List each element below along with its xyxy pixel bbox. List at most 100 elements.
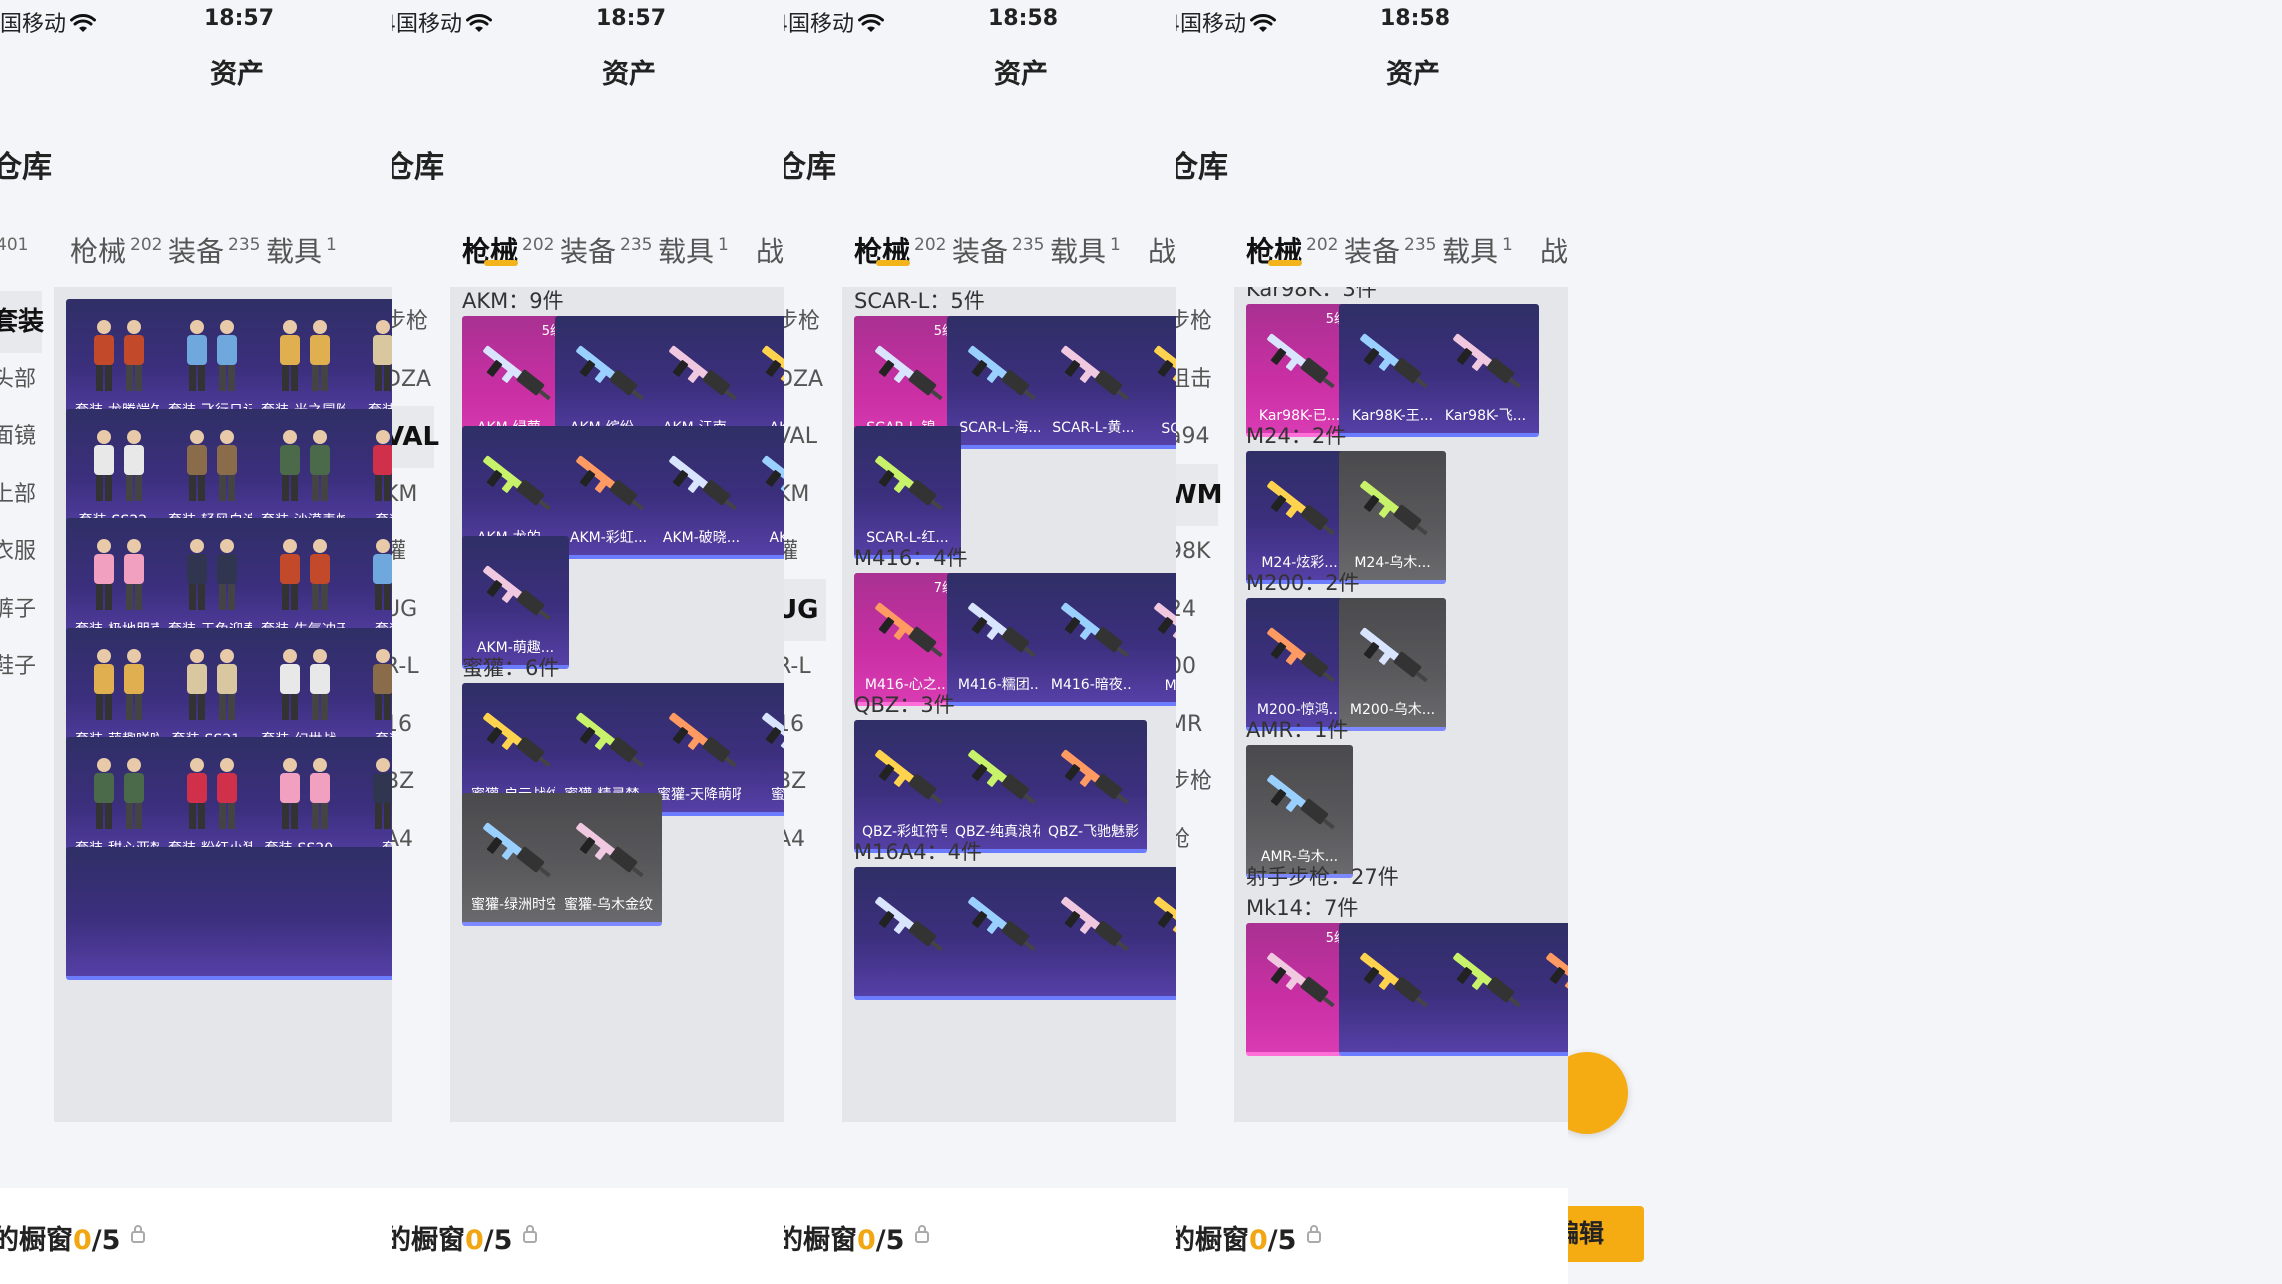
item-card[interactable] (159, 847, 266, 980)
category-tab[interactable]: 载具 1 (1442, 230, 1513, 270)
sidebar-item[interactable]: 步枪 (784, 291, 826, 353)
phone-panel: 国移动18:57资产战仓库品质最新战袭401枪械202装备235载具1套装头部面… (0, 0, 392, 1284)
sidebar-item[interactable]: 16 (392, 694, 434, 756)
edit-showcase-button[interactable]: 编辑 (1568, 1206, 1644, 1262)
item-card[interactable] (1133, 867, 1176, 1000)
category-tab[interactable]: 战袭401 (756, 230, 784, 270)
category-tab[interactable]: 枪械 202 (70, 230, 162, 270)
item-card[interactable]: SCAR-L-海... (947, 316, 1054, 449)
item-card[interactable]: 蜜獾-绿洲时空 (462, 793, 569, 926)
sidebar-item[interactable]: 步枪 (1176, 291, 1218, 353)
item-card[interactable]: M24-炫彩... (1246, 451, 1353, 584)
item-card[interactable]: 7级 M416-心之... (854, 573, 961, 706)
item-card[interactable]: 蜜獾-娇 (741, 683, 784, 816)
sidebar-item[interactable]: KM (392, 464, 434, 526)
sidebar-item[interactable]: R-L (392, 636, 434, 698)
sidebar-item[interactable]: MR (1176, 694, 1218, 756)
item-card[interactable]: M24-乌木... (1339, 451, 1446, 584)
sidebar-item[interactable]: 24 (1176, 579, 1218, 641)
item-card[interactable]: SCAR-L-黄... (1040, 316, 1147, 449)
item-card[interactable]: M200-惊鸿... (1246, 598, 1353, 731)
item-card[interactable]: M416-暗夜... (1040, 573, 1147, 706)
sidebar-item[interactable]: a94 (1176, 406, 1218, 468)
sidebar-item[interactable]: BZ (392, 751, 434, 813)
item-card[interactable]: AKM-破晓... (648, 426, 755, 559)
category-tab[interactable]: 载具 1 (658, 230, 729, 270)
item-card[interactable]: 蜜獾-乌木金纹 (555, 793, 662, 926)
category-tab[interactable]: 战袭401 (0, 230, 28, 270)
item-card[interactable] (66, 847, 173, 980)
weapon-art-icon (1360, 333, 1428, 389)
sidebar-item[interactable]: R-L (784, 636, 826, 698)
sidebar-item[interactable]: UG (784, 578, 826, 641)
sidebar-item[interactable]: 面镜 (0, 406, 42, 468)
item-card[interactable] (854, 867, 961, 1000)
item-card[interactable] (345, 847, 392, 980)
sidebar-item[interactable]: 步枪 (392, 291, 434, 353)
sidebar-item[interactable]: 16 (784, 694, 826, 756)
item-card[interactable]: AKM-萌趣... (462, 536, 569, 669)
tab-label: 装备 (168, 235, 225, 268)
edit-fab-button[interactable] (1568, 1052, 1628, 1134)
sidebar-item[interactable]: 套装 (0, 291, 44, 353)
item-card[interactable]: Kar98K-飞... (1432, 304, 1539, 437)
category-tab[interactable]: 载具 1 (266, 230, 337, 270)
sidebar-item[interactable]: KM (784, 464, 826, 526)
item-card[interactable] (252, 847, 359, 980)
sidebar-item[interactable]: 狙击 (1176, 349, 1218, 411)
sidebar-item[interactable]: 00 (1176, 636, 1218, 698)
item-card[interactable]: QBZ-彩虹符号 (854, 720, 961, 853)
item-card[interactable]: QBZ-飞驰魅影 (1040, 720, 1147, 853)
item-card[interactable]: AMR-乌木... (1246, 745, 1353, 878)
item-card[interactable]: QBZ-纯真浪花 (947, 720, 1054, 853)
item-card[interactable] (1525, 923, 1568, 1056)
category-tab[interactable]: 载具 1 (1050, 230, 1121, 270)
item-card[interactable]: AKM-虎 (741, 426, 784, 559)
showcase-label: 的橱窗0/5 (784, 1218, 904, 1257)
sidebar-item[interactable]: VAL (784, 406, 826, 468)
sidebar-item[interactable]: 裤子 (0, 579, 42, 641)
sidebar-item[interactable]: DZA (784, 349, 826, 411)
sidebar-item[interactable]: BZ (784, 751, 826, 813)
sidebar-item-label: 16 (784, 711, 804, 737)
item-card[interactable]: 5级 (1246, 923, 1353, 1056)
sidebar-item[interactable]: 鞋子 (0, 636, 42, 698)
outfit-art-icon (187, 539, 237, 610)
category-tab[interactable]: 战袭 (1540, 230, 1568, 270)
item-card[interactable]: M416-糯团... (947, 573, 1054, 706)
item-card[interactable]: SCAR-L (1133, 316, 1176, 449)
sidebar-item[interactable]: 獾 (784, 521, 826, 583)
sidebar-item[interactable]: 衣服 (0, 521, 42, 583)
weapon-art-icon (483, 345, 551, 401)
item-card[interactable] (1339, 923, 1446, 1056)
item-card[interactable] (947, 867, 1054, 1000)
item-card[interactable]: AKM-彩虹... (555, 426, 662, 559)
sidebar-item[interactable]: A4 (784, 809, 826, 871)
item-card[interactable]: Kar98K-王... (1339, 304, 1446, 437)
sidebar-item[interactable]: UG (392, 579, 434, 641)
sidebar-item[interactable]: 步枪 (1176, 751, 1218, 813)
category-tab[interactable]: 装备 235 (168, 230, 260, 270)
category-tab[interactable]: 装备 235 (1344, 230, 1436, 270)
item-card[interactable]: SCAR-L-红... (854, 426, 961, 559)
sidebar-item-label: 00 (1176, 654, 1196, 679)
sidebar-item[interactable]: 98K (1176, 521, 1218, 583)
sidebar-item[interactable]: WM (1176, 463, 1223, 526)
item-card[interactable] (1040, 867, 1147, 1000)
item-card[interactable]: M200-乌木... (1339, 598, 1446, 731)
sidebar-item[interactable]: DZA (392, 349, 434, 411)
sidebar-item[interactable]: 枪 (1176, 809, 1218, 871)
sidebar-item[interactable]: VAL (392, 406, 439, 468)
sidebar-item[interactable]: 獾 (392, 521, 434, 583)
item-card[interactable]: 5级 Kar98K-已... (1246, 304, 1353, 437)
category-tab[interactable]: 装备 235 (952, 230, 1044, 270)
item-card[interactable]: 蜜獾-天降萌吼 (648, 683, 755, 816)
item-card[interactable]: M416- (1133, 573, 1176, 706)
sidebar-item[interactable]: 上部 (0, 464, 42, 526)
item-card[interactable] (1432, 923, 1539, 1056)
category-tab[interactable]: 战袭401 (1148, 230, 1176, 270)
item-grid: Kar98K：3件 5级 Kar98K-已... Kar98K-王... Kar98K-… (1234, 287, 1568, 1122)
category-tab[interactable]: 装备 235 (560, 230, 652, 270)
sidebar-item[interactable]: A4 (392, 809, 434, 871)
sidebar-item[interactable]: 头部 (0, 349, 42, 411)
